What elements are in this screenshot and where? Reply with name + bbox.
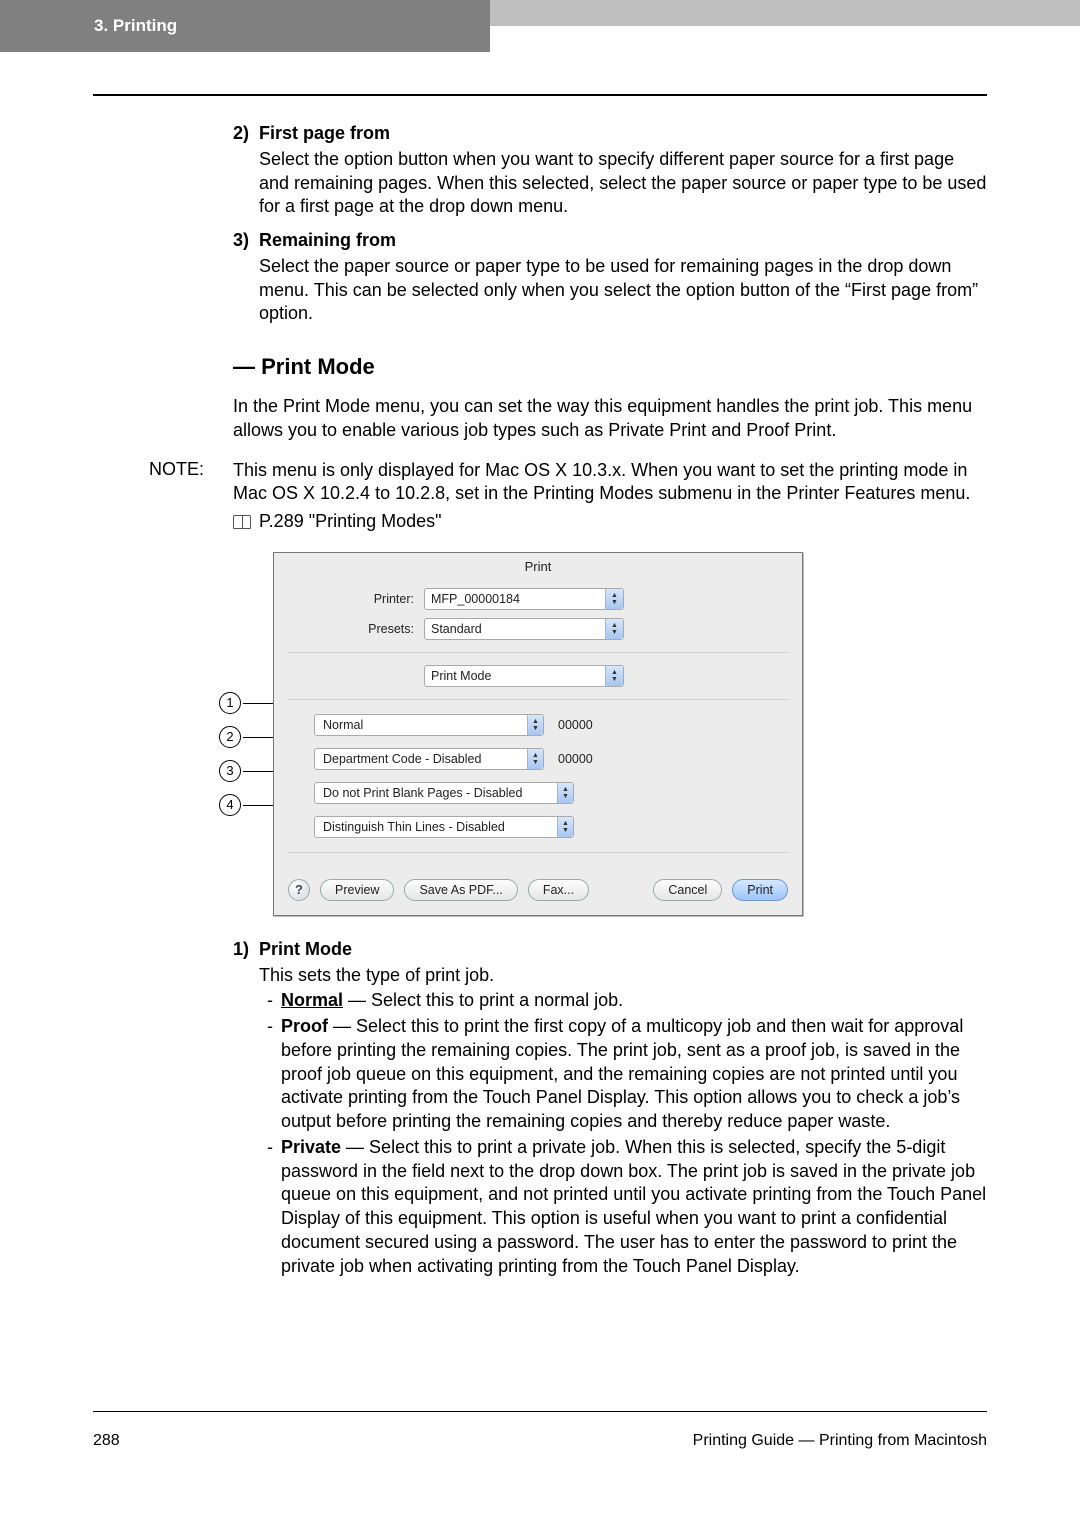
item-body: Select the option button when you want t… (259, 148, 987, 219)
cancel-button[interactable]: Cancel (653, 879, 722, 901)
chevron-updown-icon: ▲▼ (527, 749, 543, 769)
callout-3: 3 (219, 760, 241, 782)
item-lead: This sets the type of print job. (259, 964, 987, 988)
note-ref: P.289 "Printing Modes" (259, 510, 442, 534)
pane-value: Print Mode (431, 669, 491, 683)
fax-button[interactable]: Fax... (528, 879, 589, 901)
dash: - (259, 1136, 281, 1279)
presets-value: Standard (431, 622, 482, 636)
item-title: Remaining from (259, 229, 396, 253)
print-dialog: Print Printer: MFP_00000184 ▲▼ Presets: … (273, 552, 803, 916)
term-normal: Normal (281, 990, 343, 1010)
term-private: Private (281, 1137, 341, 1157)
header-light-strip (490, 0, 1080, 26)
section-heading: — Print Mode (233, 352, 987, 381)
chevron-updown-icon: ▲▼ (605, 589, 623, 609)
chevron-updown-icon: ▲▼ (557, 817, 573, 837)
footer-right: Printing Guide — Printing from Macintosh (693, 1432, 987, 1450)
note-label: NOTE: (93, 459, 233, 534)
pane-select[interactable]: Print Mode ▲▼ (424, 665, 624, 687)
item-body: Select the paper source or paper type to… (259, 255, 987, 326)
callout-4: 4 (219, 794, 241, 816)
item-number: 3) (233, 229, 259, 253)
list-item: Private — Select this to print a private… (281, 1136, 987, 1279)
item-number: 2) (233, 122, 259, 146)
print-mode-select[interactable]: Normal ▲▼ (314, 714, 544, 736)
page-number: 288 (93, 1432, 120, 1450)
note-body: This menu is only displayed for Mac OS X… (233, 459, 987, 507)
section-intro: In the Print Mode menu, you can set the … (233, 395, 987, 443)
chevron-updown-icon: ▲▼ (557, 783, 573, 803)
dept-code-value: 00000 (558, 752, 593, 766)
preview-button[interactable]: Preview (320, 879, 394, 901)
dept-code-select[interactable]: Department Code - Disabled ▲▼ (314, 748, 544, 770)
presets-select[interactable]: Standard ▲▼ (424, 618, 624, 640)
printer-value: MFP_00000184 (431, 592, 520, 606)
printer-label: Printer: (274, 592, 424, 606)
term-proof: Proof (281, 1016, 328, 1036)
blank-pages-select[interactable]: Do not Print Blank Pages - Disabled ▲▼ (314, 782, 574, 804)
list-item: Proof — Select this to print the first c… (281, 1015, 987, 1134)
item-number: 1) (233, 938, 259, 962)
dash: - (259, 989, 281, 1013)
chevron-updown-icon: ▲▼ (527, 715, 543, 735)
item-title: First page from (259, 122, 390, 146)
presets-label: Presets: (274, 622, 424, 636)
password-value: 00000 (558, 718, 593, 732)
breadcrumb: 3. Printing (0, 0, 490, 52)
book-icon (233, 515, 251, 529)
content-frame: 2) First page from Select the option but… (93, 94, 987, 1412)
dialog-figure: 1 2 3 4 Print Printer: MFP_00000184 ▲▼ P… (233, 552, 987, 914)
list-item: Normal — Select this to print a normal j… (281, 989, 987, 1013)
item-title: Print Mode (259, 938, 352, 962)
dash: - (259, 1015, 281, 1134)
thin-lines-select[interactable]: Distinguish Thin Lines - Disabled ▲▼ (314, 816, 574, 838)
callout-1: 1 (219, 692, 241, 714)
printer-select[interactable]: MFP_00000184 ▲▼ (424, 588, 624, 610)
dialog-title: Print (274, 553, 802, 584)
print-button[interactable]: Print (732, 879, 788, 901)
callout-2: 2 (219, 726, 241, 748)
chevron-updown-icon: ▲▼ (605, 619, 623, 639)
save-as-pdf-button[interactable]: Save As PDF... (404, 879, 517, 901)
help-button[interactable]: ? (288, 879, 310, 901)
chevron-updown-icon: ▲▼ (605, 666, 623, 686)
